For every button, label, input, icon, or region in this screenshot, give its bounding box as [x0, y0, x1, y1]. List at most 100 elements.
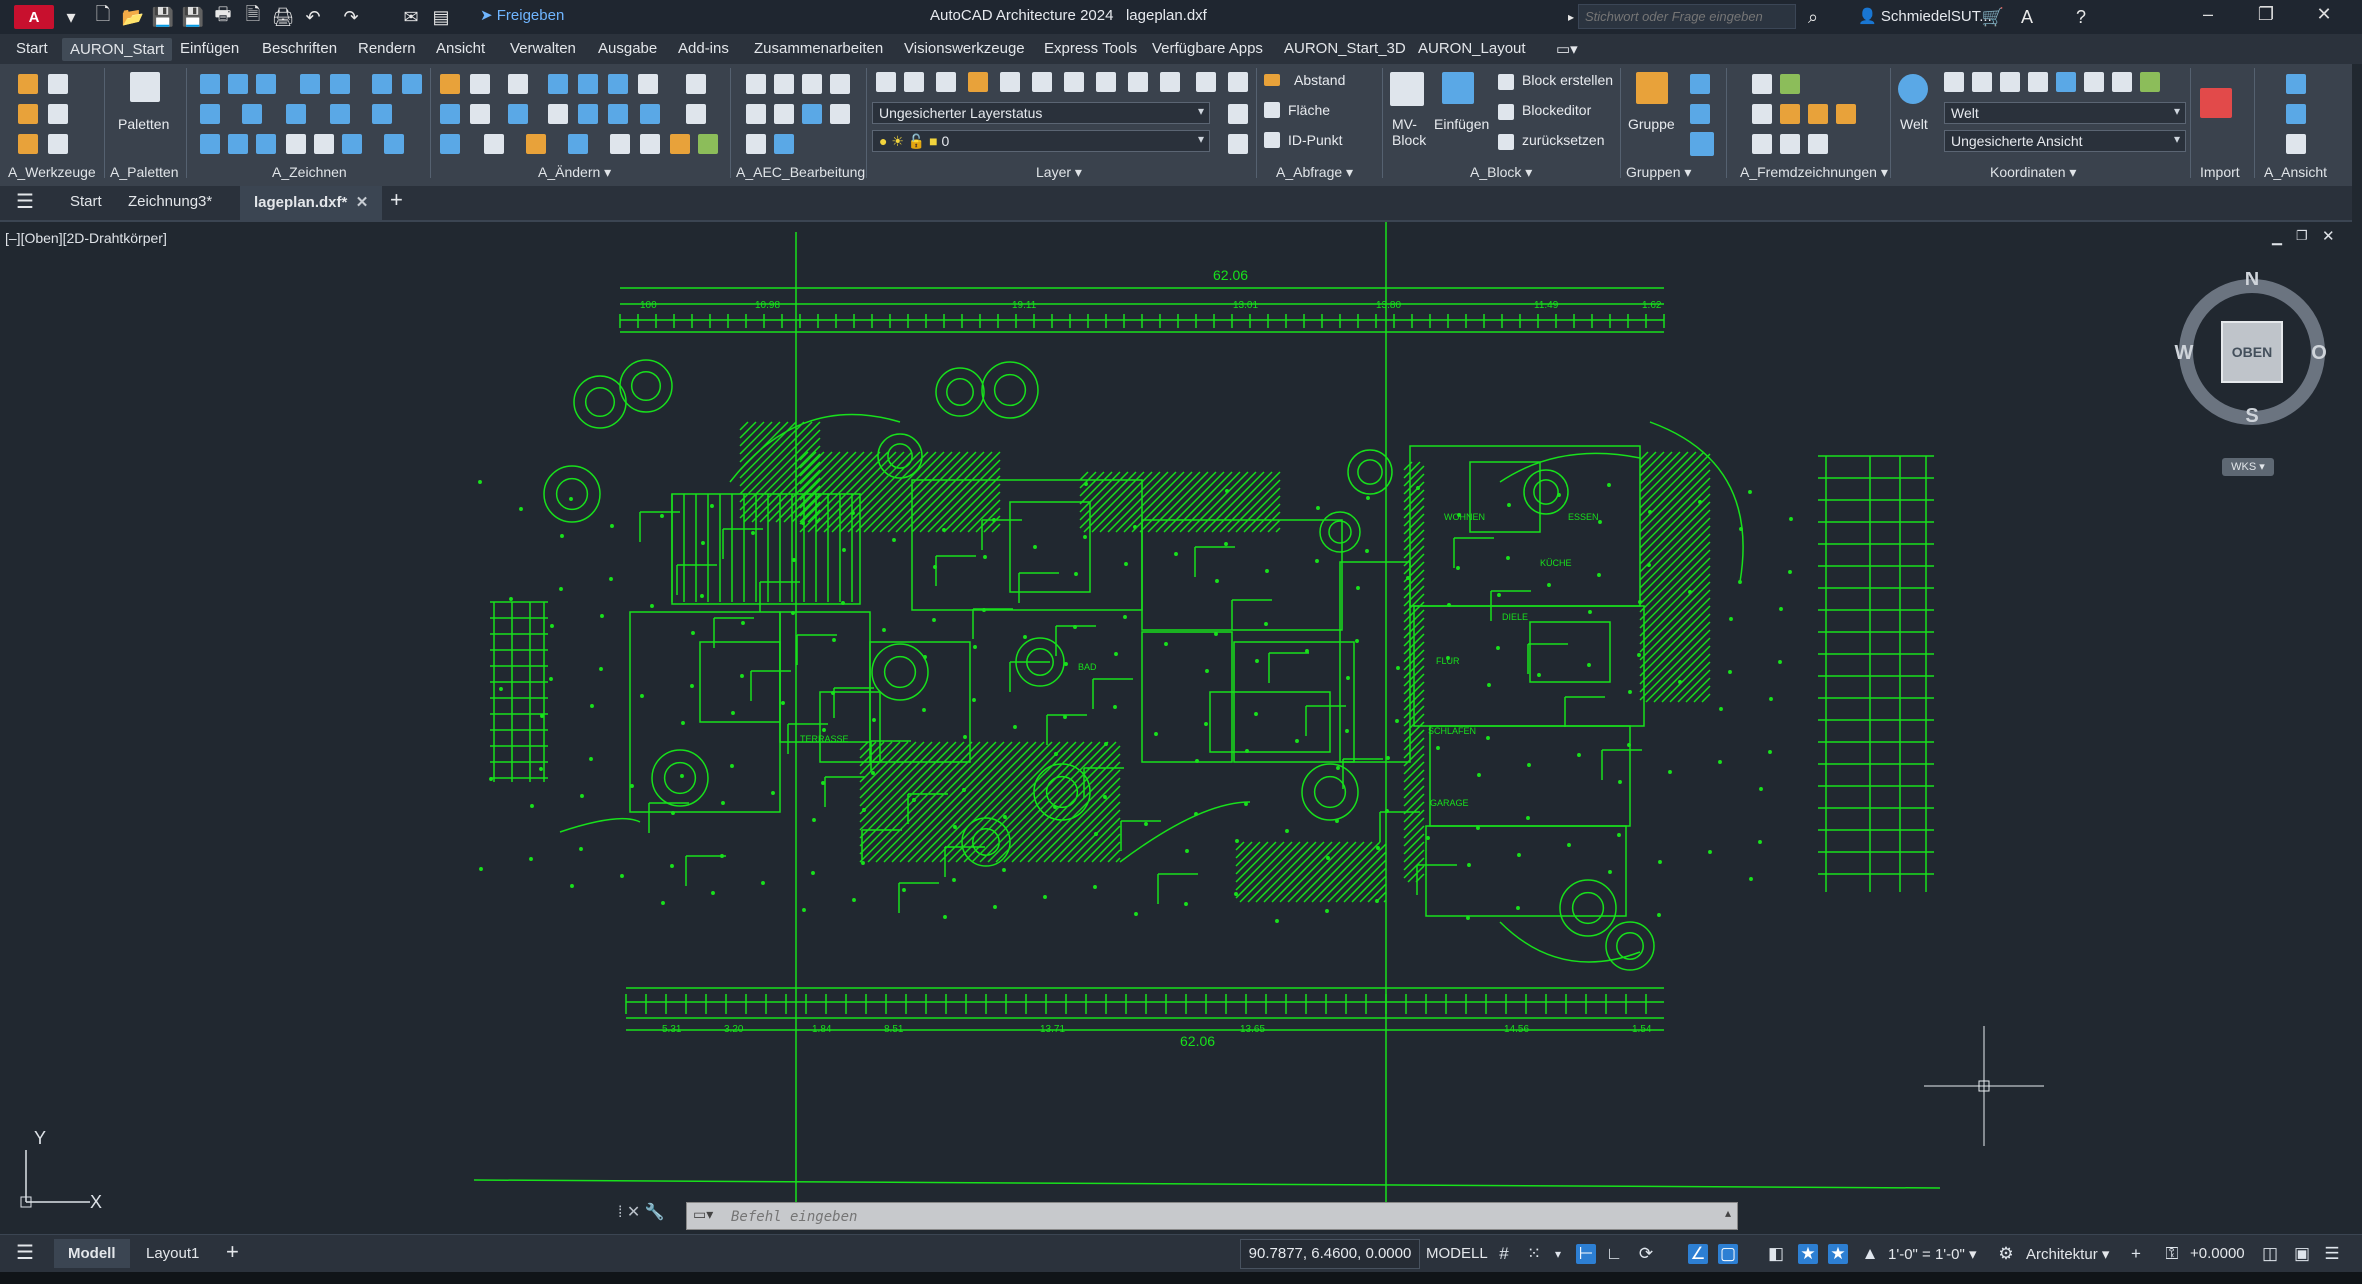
group-edit-icon[interactable]: [1690, 104, 1710, 124]
ucs-icon[interactable]: [2084, 72, 2104, 92]
mline-icon[interactable]: [372, 74, 392, 94]
search-input[interactable]: [1578, 4, 1796, 29]
polyline-icon[interactable]: [228, 74, 248, 94]
spline-icon[interactable]: [300, 74, 320, 94]
save-icon[interactable]: 💾: [152, 6, 174, 28]
open-file-icon[interactable]: 📂: [122, 6, 144, 28]
view-dropdown[interactable]: Ungesicherte Ansicht: [1944, 130, 2186, 152]
ucs-dropdown[interactable]: Welt: [1944, 102, 2186, 124]
properties-icon[interactable]: [48, 104, 68, 124]
layer-icon[interactable]: [1228, 72, 1248, 92]
panel-title-abfrage[interactable]: A_Abfrage ▾: [1276, 164, 1353, 181]
ucs-icon[interactable]: [2000, 72, 2020, 92]
panel-title-fremdzeichnungen[interactable]: A_Fremdzeichnungen ▾: [1740, 164, 1888, 181]
aec-icon[interactable]: [774, 74, 794, 94]
explode-icon[interactable]: [568, 134, 588, 154]
commandline-grip-icon[interactable]: ⁞ ✕ 🔧: [618, 1202, 665, 1222]
extend-icon[interactable]: [508, 104, 528, 124]
model-space-toggle[interactable]: MODELL: [1426, 1245, 1488, 1262]
circle-icon[interactable]: [286, 104, 306, 124]
xref-icon[interactable]: [1752, 104, 1772, 124]
compass-south[interactable]: S: [2245, 405, 2258, 427]
minimize-button[interactable]: –: [2186, 4, 2230, 30]
autoscale-icon[interactable]: ★: [1828, 1244, 1848, 1264]
layer-icon[interactable]: [1096, 72, 1116, 92]
layer-match-icon[interactable]: [1228, 104, 1248, 124]
aec-icon[interactable]: [746, 104, 766, 124]
move-icon[interactable]: [470, 74, 490, 94]
layer-icon[interactable]: [1064, 72, 1084, 92]
copy-icon[interactable]: [48, 74, 68, 94]
view-icon[interactable]: [2286, 74, 2306, 94]
xref-icon[interactable]: [1808, 134, 1828, 154]
undo-icon[interactable]: ↶: [302, 6, 324, 28]
tab-express-tools[interactable]: Express Tools: [1044, 40, 1137, 57]
offset-icon[interactable]: [578, 74, 598, 94]
viewport-close-icon[interactable]: ✕: [2322, 227, 2335, 245]
mv-block-label[interactable]: MV- Block: [1392, 116, 1432, 148]
isolate-objects-icon[interactable]: ⚿: [2162, 1244, 2182, 1264]
insert-block-icon[interactable]: [1442, 72, 1474, 104]
plot-icon[interactable]: 🖶: [212, 4, 234, 28]
xref-icon[interactable]: [1752, 134, 1772, 154]
table-icon[interactable]: [228, 134, 248, 154]
panel-title-ansicht[interactable]: A_Ansicht: [2264, 164, 2327, 180]
tab-layout1[interactable]: Layout1: [146, 1245, 199, 1262]
ortho-icon[interactable]: ⊢: [1576, 1244, 1596, 1264]
aec-icon[interactable]: [746, 134, 766, 154]
panel-title-paletten[interactable]: A_Paletten: [110, 164, 179, 180]
tab-zusammenarbeiten[interactable]: Zusammenarbeiten: [754, 40, 883, 57]
tool-icon[interactable]: [18, 74, 38, 94]
cart-icon[interactable]: 🛒: [1982, 6, 2004, 28]
layer-properties-icon[interactable]: [876, 72, 896, 92]
transparency-icon[interactable]: ◧: [1766, 1244, 1786, 1264]
coordinate-readout[interactable]: 90.7877, 6.4600, 0.0000: [1240, 1239, 1420, 1269]
scissors-icon[interactable]: [470, 104, 490, 124]
tab-verfuegbare-apps[interactable]: Verfügbare Apps: [1152, 40, 1263, 57]
rectangle-icon[interactable]: [256, 74, 276, 94]
ungroup-icon[interactable]: [1690, 74, 1710, 94]
new-tab-icon[interactable]: +: [390, 187, 403, 213]
layer-icon[interactable]: [1128, 72, 1148, 92]
viewcube[interactable]: OBEN N S O W: [2172, 272, 2332, 432]
compass-north[interactable]: N: [2245, 272, 2259, 290]
annotation-scale-dropdown[interactable]: 1'-0" = 1'-0" ▾: [1888, 1245, 1977, 1263]
annotation-visibility-icon[interactable]: ★: [1798, 1244, 1818, 1264]
tab-verwalten[interactable]: Verwalten: [510, 40, 576, 57]
gruppe-button-label[interactable]: Gruppe: [1628, 116, 1675, 132]
object-snap-tracking-icon[interactable]: ∠: [1688, 1244, 1708, 1264]
layer-icon[interactable]: [1032, 72, 1052, 92]
panel-title-gruppen[interactable]: Gruppen ▾: [1626, 164, 1691, 181]
rotate-icon[interactable]: [508, 74, 528, 94]
xref-icon[interactable]: [1752, 74, 1772, 94]
plus-icon[interactable]: +: [2126, 1244, 2146, 1264]
tab-ausgabe[interactable]: Ausgabe: [598, 40, 657, 57]
import-icon[interactable]: [2200, 88, 2232, 118]
menu-icon[interactable]: ☰: [16, 1240, 34, 1265]
layer-dropdown[interactable]: ● ☀ 🔓 ■ 0: [872, 130, 1210, 152]
reset-block-icon[interactable]: [1498, 134, 1514, 150]
copy-icon[interactable]: [440, 104, 460, 124]
polar-icon[interactable]: ∟: [1604, 1244, 1624, 1264]
aec-icon[interactable]: [746, 74, 766, 94]
command-input[interactable]: [729, 1206, 1713, 1228]
tab-einfuegen[interactable]: Einfügen: [180, 40, 239, 57]
group-select-icon[interactable]: [1690, 132, 1714, 156]
layer-icon[interactable]: [936, 72, 956, 92]
layer-icon[interactable]: [1160, 72, 1180, 92]
mtext-icon[interactable]: [314, 134, 334, 154]
workspace-dropdown[interactable]: Architektur ▾: [2026, 1245, 2109, 1263]
aec-icon[interactable]: [830, 74, 850, 94]
ucs-icon[interactable]: [2056, 72, 2076, 92]
erase-icon[interactable]: [440, 74, 460, 94]
xref-icon[interactable]: [1808, 104, 1828, 124]
snap-icon[interactable]: ⁙: [1524, 1244, 1544, 1264]
line-icon[interactable]: [200, 74, 220, 94]
blockeditor-button[interactable]: Blockeditor: [1522, 102, 1591, 118]
tab-auron-layout[interactable]: AURON_Layout: [1418, 40, 1526, 57]
view-icon[interactable]: [2286, 134, 2306, 154]
tab-auron-start[interactable]: AURON_Start: [62, 38, 173, 61]
fillet-icon[interactable]: [640, 104, 660, 124]
elevation-readout[interactable]: +0.0000: [2190, 1245, 2245, 1262]
aec-icon[interactable]: [830, 104, 850, 124]
